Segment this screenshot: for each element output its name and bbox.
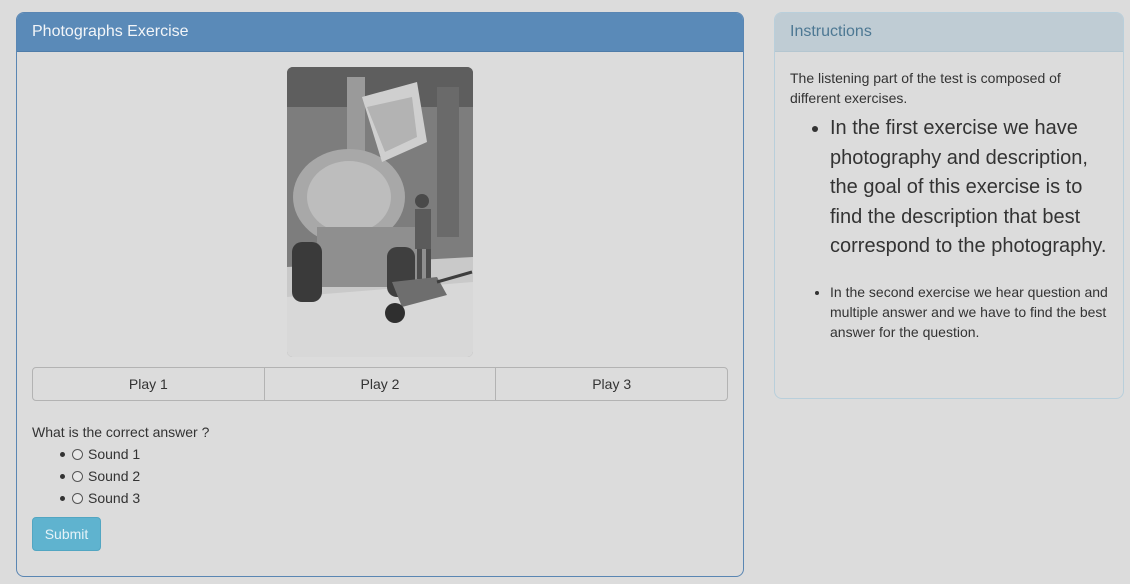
sound-2-radio[interactable]	[72, 470, 83, 482]
instructions-intro: The listening part of the test is compos…	[790, 70, 1061, 106]
instructions-list: In the first exercise we have photograph…	[790, 114, 1108, 342]
answer-option[interactable]: Sound 2	[59, 465, 141, 487]
option-label: Sound 3	[88, 490, 141, 506]
photographs-exercise-panel: Photographs Exercise Play 1 Play 2 Play …	[16, 12, 744, 577]
sound-1-radio[interactable]	[72, 448, 83, 460]
panel-title: Instructions	[775, 13, 1123, 52]
play-3-button[interactable]: Play 3	[495, 367, 729, 401]
exercise-photo	[287, 67, 473, 357]
play-1-button[interactable]: Play 1	[32, 367, 265, 401]
answer-option[interactable]: Sound 1	[59, 443, 141, 465]
submit-button[interactable]: Submit	[32, 517, 101, 551]
panel-title: Photographs Exercise	[17, 13, 743, 52]
sound-3-radio[interactable]	[72, 492, 83, 504]
instructions-body: The listening part of the test is compos…	[775, 52, 1123, 342]
instructions-panel: Instructions The listening part of the t…	[774, 12, 1124, 399]
option-label: Sound 1	[88, 446, 141, 462]
answer-options-list: Sound 1 Sound 2 Sound 3	[32, 443, 140, 509]
answer-option[interactable]: Sound 3	[59, 487, 141, 509]
instruction-item: In the first exercise we have photograph…	[830, 114, 1108, 262]
question-label: What is the correct answer ?	[32, 424, 210, 440]
play-2-button[interactable]: Play 2	[263, 367, 497, 401]
option-label: Sound 2	[88, 468, 141, 484]
play-button-group: Play 1 Play 2 Play 3	[32, 367, 729, 401]
instruction-item: In the second exercise we hear question …	[830, 282, 1108, 342]
